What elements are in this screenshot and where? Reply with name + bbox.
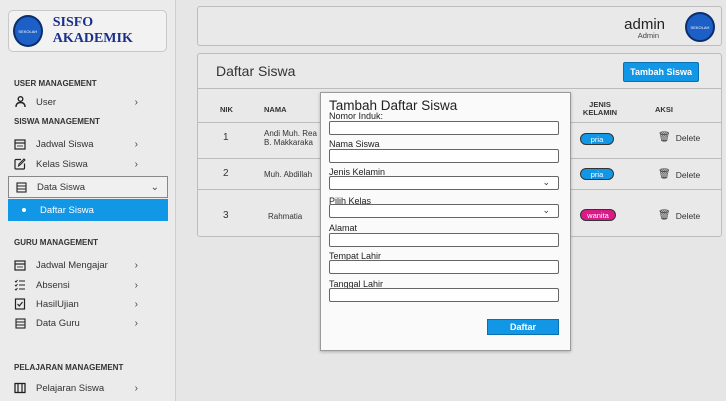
- school-logo: SEKOLAH: [13, 15, 43, 47]
- gender-badge: wanita: [580, 209, 616, 221]
- divider: [198, 88, 721, 89]
- sidebar-item-hasil-ujian[interactable]: HasilUjian ›: [14, 296, 166, 312]
- sidebar-item-pelajaran-siswa[interactable]: Pelajaran Siswa ›: [14, 380, 166, 396]
- chevron-right-icon: ›: [134, 298, 138, 310]
- sidebar-item-daftar-siswa[interactable]: Daftar Siswa: [8, 199, 168, 221]
- chevron-right-icon: ›: [134, 259, 138, 271]
- nama-siswa-label: Nama Siswa: [329, 139, 380, 149]
- top-bar: admin Admin SEKOLAH: [197, 6, 722, 46]
- brand[interactable]: SEKOLAH SISFO AKADEMIK: [8, 10, 167, 52]
- document-check-icon: [14, 298, 26, 310]
- calendar-icon: [14, 138, 26, 150]
- chevron-right-icon: ›: [134, 96, 138, 108]
- chevron-right-icon: ›: [134, 138, 138, 150]
- nomor-induk-input[interactable]: [329, 121, 559, 135]
- sidebar-item-label: HasilUjian: [36, 298, 79, 310]
- gender-badge: pria: [580, 133, 614, 145]
- table-cell-nama: Andi Muh. Rea B. Makkaraka: [264, 129, 317, 147]
- calendar-icon: [14, 259, 26, 271]
- chevron-right-icon: ›: [134, 382, 138, 394]
- tanggal-lahir-input[interactable]: [329, 288, 559, 302]
- alamat-input[interactable]: [329, 233, 559, 247]
- trash-icon: 🗑: [658, 210, 671, 221]
- column-header-jenis-kelamin: JENIS KELAMIN: [582, 100, 618, 117]
- list-icon: [15, 181, 27, 193]
- logo-text: SEKOLAH: [18, 28, 38, 34]
- section-guru-management: GURU MANAGEMENT: [14, 238, 98, 247]
- trash-icon: 🗑: [658, 132, 671, 143]
- chevron-down-icon: ⌄: [542, 205, 550, 215]
- chevron-right-icon: ›: [134, 158, 138, 170]
- table-cell-nama: Rahmatia: [268, 212, 303, 221]
- section-siswa-management: SISWA MANAGEMENT: [14, 117, 100, 126]
- avatar-text: SEKOLAH: [690, 24, 710, 30]
- sidebar-item-label: Jadwal Mengajar: [36, 259, 108, 271]
- tempat-lahir-input[interactable]: [329, 260, 559, 274]
- nomor-induk-label: Nomor Induk:: [329, 111, 384, 121]
- column-header-nik: NIK: [220, 105, 233, 114]
- add-student-modal: Tambah Daftar Siswa Nomor Induk: Nama Si…: [320, 92, 571, 351]
- sidebar-item-jadwal-mengajar[interactable]: Jadwal Mengajar ›: [14, 257, 166, 273]
- add-student-button[interactable]: Tambah Siswa: [623, 62, 699, 82]
- sidebar-item-label: Data Guru: [36, 317, 80, 329]
- bullet-icon: [22, 208, 26, 212]
- avatar[interactable]: SEKOLAH: [685, 12, 715, 42]
- sidebar-item-label: Kelas Siswa: [36, 158, 88, 170]
- delete-button[interactable]: 🗑 Delete: [658, 132, 700, 143]
- jenis-kelamin-select[interactable]: ⌄: [329, 176, 559, 190]
- delete-label: Delete: [675, 132, 701, 143]
- column-header-nama: NAMA: [264, 105, 287, 114]
- sidebar: SEKOLAH SISFO AKADEMIK USER MANAGEMENT U…: [0, 0, 176, 401]
- pilih-kelas-select[interactable]: ⌄: [329, 204, 559, 218]
- nama-siswa-input[interactable]: [329, 149, 559, 163]
- brand-title: SISFO AKADEMIK: [52, 15, 133, 46]
- delete-button[interactable]: 🗑 Delete: [658, 210, 700, 221]
- sidebar-item-label: Data Siswa: [37, 181, 86, 193]
- daftar-button[interactable]: Daftar: [487, 319, 559, 335]
- sidebar-item-absensi[interactable]: Absensi ›: [14, 277, 166, 293]
- column-header-aksi: AKSI: [655, 105, 673, 114]
- section-pelajaran-management: PELAJARAN MANAGEMENT: [14, 363, 124, 372]
- chevron-down-icon: ⌄: [150, 181, 159, 193]
- sidebar-item-data-guru[interactable]: Data Guru ›: [14, 315, 166, 331]
- list-icon: [14, 317, 26, 329]
- sidebar-item-kelas-siswa[interactable]: Kelas Siswa ›: [14, 156, 166, 172]
- sidebar-item-label: Absensi: [36, 279, 70, 291]
- checklist-icon: [14, 279, 26, 291]
- section-user-management: USER MANAGEMENT: [14, 79, 97, 88]
- sidebar-item-label: Daftar Siswa: [40, 204, 94, 216]
- table-cell-nik: 3: [223, 210, 229, 221]
- page-title: Daftar Siswa: [216, 63, 296, 79]
- table-cell-nik: 1: [223, 132, 229, 143]
- delete-label: Delete: [675, 210, 701, 221]
- trash-icon: 🗑: [658, 169, 671, 180]
- chevron-down-icon: ⌄: [542, 177, 550, 187]
- chevron-right-icon: ›: [134, 317, 138, 329]
- table-cell-nama: Muh. Abdillah: [264, 170, 313, 179]
- chevron-right-icon: ›: [134, 279, 138, 291]
- user-icon: [14, 96, 26, 108]
- sidebar-item-data-siswa[interactable]: Data Siswa ⌄: [8, 176, 168, 198]
- table-cell-nik: 2: [223, 168, 229, 179]
- sidebar-item-label: Pelajaran Siswa: [36, 382, 105, 394]
- book-icon: [14, 382, 26, 394]
- sidebar-item-label: Jadwal Siswa: [36, 138, 94, 150]
- sidebar-item-jadwal-siswa[interactable]: Jadwal Siswa ›: [14, 136, 166, 152]
- edit-icon: [14, 158, 26, 170]
- gender-badge: pria: [580, 168, 614, 180]
- delete-label: Delete: [675, 169, 701, 180]
- sidebar-item-user[interactable]: User ›: [14, 94, 166, 110]
- admin-role: Admin: [637, 31, 659, 40]
- sidebar-item-label: User: [36, 96, 57, 108]
- alamat-label: Alamat: [329, 223, 358, 233]
- delete-button[interactable]: 🗑 Delete: [658, 169, 700, 180]
